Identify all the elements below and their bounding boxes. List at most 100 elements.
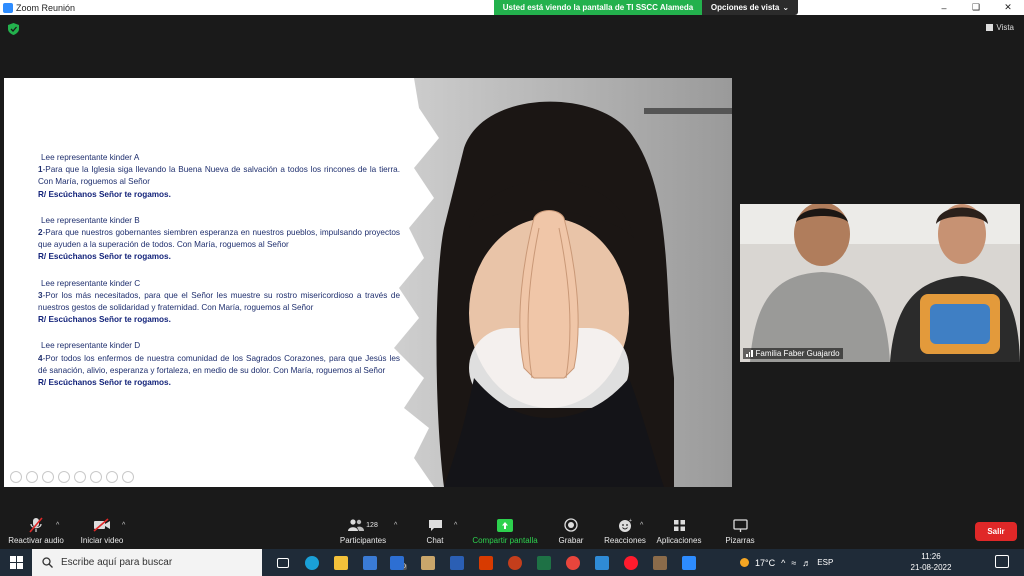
participants-button[interactable]: 128 Participantes <box>337 517 389 545</box>
meeting-area: Vista Lee representante kinder A 1-Para … <box>0 15 1024 513</box>
volume-icon[interactable]: ♬ <box>802 558 811 568</box>
subtitle-icon[interactable] <box>106 471 118 483</box>
zoom-taskbar-icon[interactable] <box>674 549 703 576</box>
chat-label: Chat <box>426 536 444 545</box>
video-options-chevron-up-icon[interactable]: ^ <box>122 522 125 529</box>
share-screen-icon <box>497 517 513 533</box>
taskbar-search-input[interactable]: Escribe aquí para buscar <box>32 549 262 576</box>
screen-share-banner: Usted está viendo la pantalla de TI SSCC… <box>494 0 702 15</box>
reader-line: Lee representante kinder A <box>41 153 140 162</box>
previous-slide-icon[interactable] <box>10 471 22 483</box>
next-slide-icon[interactable] <box>26 471 38 483</box>
reactions-options-chevron-up-icon[interactable]: ^ <box>640 522 643 529</box>
clock-date: 21-08-2022 <box>910 563 952 572</box>
petition-block: Lee representante kinder D 4-Por todos l… <box>38 340 400 389</box>
leave-meeting-button[interactable]: Salir <box>975 522 1017 541</box>
minimize-icon[interactable]: – <box>928 0 960 15</box>
whiteboard-icon <box>732 517 748 533</box>
participants-icon: 128 <box>348 517 378 533</box>
chat-icon <box>428 517 443 533</box>
petition-block: Lee representante kinder C 3-Por los más… <box>38 278 400 327</box>
response-line: R/ Escúchanos Señor te rogamos. <box>38 378 171 388</box>
search-icon <box>42 557 53 568</box>
petition-block: Lee representante kinder A 1-Para que la… <box>38 152 400 201</box>
apps-label: Aplicaciones <box>656 536 702 545</box>
video-off-icon <box>93 517 111 533</box>
participant-name: Familia Faber Guajardo <box>755 349 840 358</box>
chrome-icon[interactable] <box>558 549 587 576</box>
share-banner-text: Usted está viendo la pantalla de TI SSCC… <box>502 3 694 12</box>
copy-icon[interactable] <box>58 471 70 483</box>
start-video-button[interactable]: Iniciar video <box>78 517 126 545</box>
view-button-label: Vista <box>996 23 1014 32</box>
zoom-icon[interactable] <box>74 471 86 483</box>
reader-line: Lee representante kinder D <box>41 341 141 351</box>
task-view-icon[interactable] <box>268 549 297 576</box>
taskbar-clock[interactable]: 11:26 21-08-2022 <box>905 551 957 573</box>
petition-body: Por todos los enfermos de nuestra comuni… <box>38 353 400 375</box>
signal-strength-icon <box>746 350 753 357</box>
participant-video-tile[interactable]: Familia Faber Guajardo <box>740 204 1020 362</box>
apps-button[interactable]: Aplicaciones <box>655 517 703 545</box>
response-line: R/ Escúchanos Señor te rogamos. <box>38 315 171 325</box>
zoom-window: Zoom Reunión – ❑ ✕ Usted está viendo la … <box>0 0 1024 576</box>
weather-temperature[interactable]: 17°C <box>755 558 775 568</box>
grid-icon[interactable] <box>90 471 102 483</box>
start-button[interactable] <box>0 549 32 576</box>
apps-icon <box>673 517 686 533</box>
record-icon <box>564 517 578 533</box>
pen-icon[interactable] <box>42 471 54 483</box>
store-icon[interactable] <box>355 549 384 576</box>
mail-icon[interactable]: 40 <box>384 549 413 576</box>
whiteboards-button[interactable]: Pizarras <box>724 517 756 545</box>
maximize-icon[interactable]: ❑ <box>960 0 992 15</box>
shield-icon[interactable] <box>8 23 19 35</box>
search-placeholder: Escribe aquí para buscar <box>61 557 173 568</box>
edge-icon[interactable] <box>297 549 326 576</box>
file-explorer-icon[interactable] <box>326 549 355 576</box>
record-button[interactable]: Grabar <box>558 517 584 545</box>
powerpoint-icon[interactable] <box>500 549 529 576</box>
excel-icon[interactable] <box>529 549 558 576</box>
emoji-icon: + <box>618 517 633 533</box>
clock-time: 11:26 <box>921 552 941 561</box>
petition-text: 1-Para que la Iglesia siga llevando la B… <box>38 165 400 187</box>
participant-name-label: Familia Faber Guajardo <box>743 348 843 359</box>
window-controls: – ❑ ✕ <box>928 0 1024 15</box>
share-screen-label: Compartir pantalla <box>472 536 538 545</box>
app-icon[interactable] <box>413 549 442 576</box>
chevron-up-icon[interactable]: ^ <box>781 558 785 568</box>
chat-button[interactable]: Chat <box>424 517 446 545</box>
app-icon[interactable] <box>587 549 616 576</box>
petition-number: 3 <box>38 290 43 300</box>
chevron-down-icon: ⌄ <box>782 3 790 12</box>
audio-options-chevron-up-icon[interactable]: ^ <box>56 522 59 529</box>
notifications-icon[interactable] <box>995 555 1009 568</box>
close-icon[interactable]: ✕ <box>992 0 1024 15</box>
zoom-app-icon <box>3 2 13 13</box>
participants-options-chevron-up-icon[interactable]: ^ <box>394 522 397 529</box>
wifi-icon[interactable]: ≈ <box>791 558 796 568</box>
slide-petitions: Lee representante kinder A 1-Para que la… <box>38 152 400 403</box>
people-icon[interactable] <box>645 549 674 576</box>
system-tray: 17°C ^ ≈ ♬ ESP <box>740 549 833 576</box>
praying-child-photo <box>394 78 732 487</box>
share-screen-button[interactable]: Compartir pantalla <box>470 517 540 545</box>
more-options-icon[interactable] <box>122 471 134 483</box>
window-title: Zoom Reunión <box>16 2 76 13</box>
windows-logo-icon <box>9 556 23 569</box>
weather-sun-icon[interactable] <box>740 558 749 567</box>
opera-icon[interactable] <box>616 549 645 576</box>
view-button[interactable]: Vista <box>986 23 1014 32</box>
petition-number: 4 <box>38 353 43 363</box>
unmute-label: Reactivar audio <box>8 536 64 545</box>
view-options-button[interactable]: Opciones de vista ⌄ <box>702 0 798 15</box>
whiteboards-label: Pizarras <box>725 536 755 545</box>
petition-text: 4-Por todos los enfermos de nuestra comu… <box>38 353 400 375</box>
word-icon[interactable] <box>442 549 471 576</box>
language-indicator[interactable]: ESP <box>817 558 833 567</box>
office-icon[interactable] <box>471 549 500 576</box>
petition-number: 1 <box>38 165 43 175</box>
participants-label: Participantes <box>339 536 387 545</box>
chat-options-chevron-up-icon[interactable]: ^ <box>454 522 457 529</box>
